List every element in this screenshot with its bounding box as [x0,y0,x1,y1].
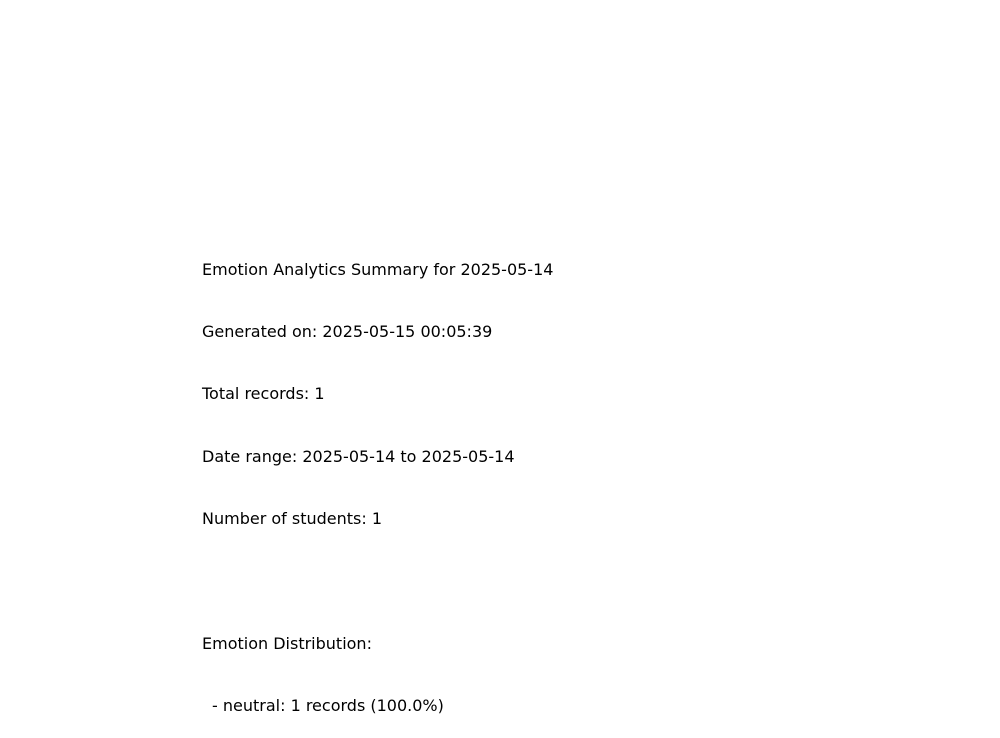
summary-title: Emotion Analytics Summary for 2025-05-14 [202,259,554,279]
generated-timestamp: Generated on: 2025-05-15 00:05:39 [202,321,493,341]
date-range: Date range: 2025-05-14 to 2025-05-14 [202,446,515,466]
student-count: Number of students: 1 [202,509,383,529]
distribution-heading: Emotion Distribution: [202,633,372,653]
total-records: Total records: 1 [202,384,325,404]
blank-spacer [202,572,553,593]
distribution-item-neutral: - neutral: 1 records (100.0%) [212,696,444,716]
summary-text-block: Emotion Analytics Summary for 2025-05-14… [202,218,553,738]
